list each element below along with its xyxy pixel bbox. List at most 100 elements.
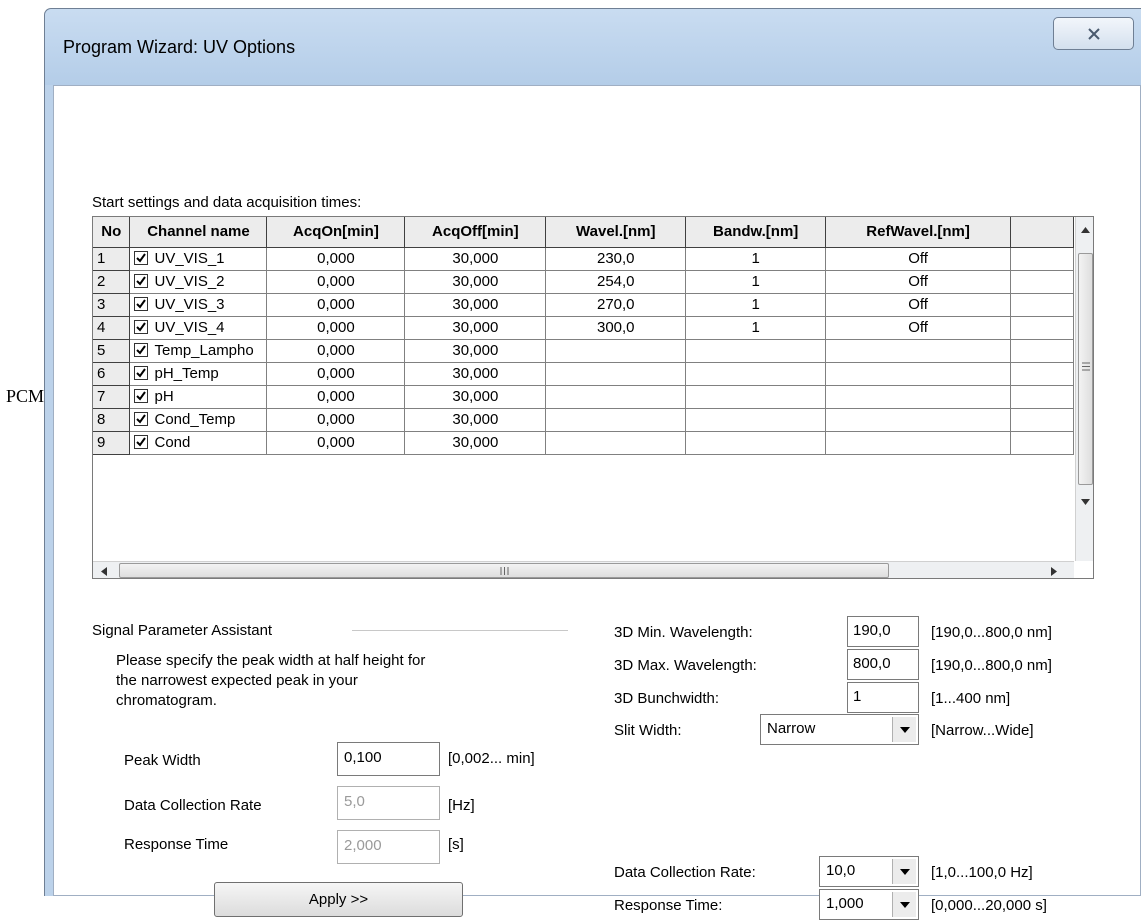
- cell-refwavel[interactable]: [825, 385, 1012, 409]
- cell-channel-name[interactable]: pH: [129, 385, 268, 409]
- cell-acqoff[interactable]: 30,000: [404, 247, 547, 271]
- cell-acqon[interactable]: 0,000: [266, 247, 406, 271]
- cell-acqoff[interactable]: 30,000: [404, 339, 547, 363]
- cell-bandw[interactable]: [685, 362, 827, 386]
- cell-channel-name[interactable]: UV_VIS_1: [129, 247, 268, 271]
- cell-refwavel[interactable]: Off: [825, 293, 1012, 317]
- cell-refwavel[interactable]: Off: [825, 247, 1012, 271]
- scroll-right-icon[interactable]: [1051, 567, 1057, 576]
- channel-checkbox[interactable]: [134, 274, 149, 288]
- cell-acqoff[interactable]: 30,000: [404, 293, 547, 317]
- cell-acqon[interactable]: 0,000: [266, 431, 406, 455]
- rate-select[interactable]: 10,0: [819, 856, 919, 887]
- cell-bandw[interactable]: [685, 339, 827, 363]
- vertical-scroll-thumb[interactable]: [1078, 253, 1093, 485]
- chevron-down-icon: [899, 868, 910, 875]
- cell-acqon[interactable]: 0,000: [266, 270, 406, 294]
- channel-checkbox[interactable]: [134, 366, 149, 380]
- cell-channel-name[interactable]: UV_VIS_4: [129, 316, 268, 340]
- slit-width-select[interactable]: Narrow: [760, 714, 919, 745]
- cell-acqoff[interactable]: 30,000: [404, 316, 547, 340]
- cell-acqon[interactable]: 0,000: [266, 385, 406, 409]
- cell-acqoff[interactable]: 30,000: [404, 408, 547, 432]
- table-row[interactable]: 5 Temp_Lampho 0,000 30,000: [93, 339, 1074, 363]
- cell-bandw[interactable]: [685, 408, 827, 432]
- cell-acqon[interactable]: 0,000: [266, 408, 406, 432]
- cell-refwavel[interactable]: [825, 362, 1012, 386]
- cell-refwavel[interactable]: Off: [825, 316, 1012, 340]
- scroll-up-icon[interactable]: [1081, 227, 1090, 233]
- cell-bandw[interactable]: 1: [685, 247, 827, 271]
- cell-wavel[interactable]: [545, 408, 687, 432]
- cell-wavel[interactable]: [545, 431, 687, 455]
- horizontal-scrollbar[interactable]: [93, 561, 1074, 578]
- cell-channel-name[interactable]: Cond: [129, 431, 268, 455]
- scroll-down-icon[interactable]: [1081, 499, 1090, 505]
- channel-checkbox[interactable]: [134, 297, 149, 311]
- table-row[interactable]: 4 UV_VIS_4 0,000 30,000 300,0 1 Off: [93, 316, 1074, 340]
- column-header-acqoff[interactable]: AcqOff[min]: [404, 217, 547, 248]
- cell-wavel[interactable]: 254,0: [545, 270, 687, 294]
- dialog-client-area: Start settings and data acquisition time…: [53, 85, 1141, 920]
- cell-refwavel[interactable]: [825, 408, 1012, 432]
- cell-refwavel[interactable]: Off: [825, 270, 1012, 294]
- cell-acqon[interactable]: 0,000: [266, 293, 406, 317]
- cell-refwavel[interactable]: [825, 431, 1012, 455]
- cell-bandw[interactable]: [685, 385, 827, 409]
- close-button[interactable]: [1053, 17, 1134, 50]
- cell-bandw[interactable]: 1: [685, 316, 827, 340]
- dropdown-button[interactable]: [892, 859, 916, 884]
- max-wavelength-input[interactable]: 800,0: [847, 649, 919, 680]
- table-row[interactable]: 6 pH_Temp 0,000 30,000: [93, 362, 1074, 386]
- scroll-left-icon[interactable]: [101, 567, 107, 576]
- cell-acqoff[interactable]: 30,000: [404, 431, 547, 455]
- table-row[interactable]: 3 UV_VIS_3 0,000 30,000 270,0 1 Off: [93, 293, 1074, 317]
- channel-checkbox[interactable]: [134, 389, 149, 403]
- cell-channel-name[interactable]: UV_VIS_2: [129, 270, 268, 294]
- column-header-channel-name[interactable]: Channel name: [129, 217, 268, 248]
- cell-channel-name[interactable]: Temp_Lampho: [129, 339, 268, 363]
- cell-acqoff[interactable]: 30,000: [404, 385, 547, 409]
- cell-bandw[interactable]: 1: [685, 293, 827, 317]
- column-header-refwavel[interactable]: RefWavel.[nm]: [825, 217, 1012, 248]
- channel-checkbox[interactable]: [134, 435, 149, 449]
- min-wavelength-input[interactable]: 190,0: [847, 616, 919, 647]
- cell-acqoff[interactable]: 30,000: [404, 270, 547, 294]
- cell-wavel[interactable]: [545, 362, 687, 386]
- cell-channel-name[interactable]: pH_Temp: [129, 362, 268, 386]
- cell-wavel[interactable]: [545, 339, 687, 363]
- column-header-bandw[interactable]: Bandw.[nm]: [685, 217, 827, 248]
- cell-wavel[interactable]: 300,0: [545, 316, 687, 340]
- vertical-scrollbar[interactable]: [1075, 217, 1093, 561]
- channel-checkbox[interactable]: [134, 320, 149, 334]
- column-header-acqon[interactable]: AcqOn[min]: [266, 217, 406, 248]
- cell-acqon[interactable]: 0,000: [266, 362, 406, 386]
- cell-bandw[interactable]: [685, 431, 827, 455]
- table-row[interactable]: 8 Cond_Temp 0,000 30,000: [93, 408, 1074, 432]
- apply-button[interactable]: Apply >>: [214, 882, 463, 917]
- channel-checkbox[interactable]: [134, 251, 149, 265]
- cell-wavel[interactable]: 270,0: [545, 293, 687, 317]
- cell-acqoff[interactable]: 30,000: [404, 362, 547, 386]
- channel-checkbox[interactable]: [134, 412, 149, 426]
- cell-acqon[interactable]: 0,000: [266, 316, 406, 340]
- table-row[interactable]: 1 UV_VIS_1 0,000 30,000 230,0 1 Off: [93, 247, 1074, 271]
- peak-width-input[interactable]: 0,100: [337, 742, 440, 776]
- column-header-wavel[interactable]: Wavel.[nm]: [545, 217, 687, 248]
- channel-checkbox[interactable]: [134, 343, 149, 357]
- cell-acqon[interactable]: 0,000: [266, 339, 406, 363]
- bunchwidth-input[interactable]: 1: [847, 682, 919, 713]
- cell-wavel[interactable]: [545, 385, 687, 409]
- cell-channel-name[interactable]: Cond_Temp: [129, 408, 268, 432]
- cell-bandw[interactable]: 1: [685, 270, 827, 294]
- response-time-select[interactable]: 1,000: [819, 889, 919, 920]
- table-row[interactable]: 2 UV_VIS_2 0,000 30,000 254,0 1 Off: [93, 270, 1074, 294]
- table-row[interactable]: 7 pH 0,000 30,000: [93, 385, 1074, 409]
- cell-channel-name[interactable]: UV_VIS_3: [129, 293, 268, 317]
- cell-wavel[interactable]: 230,0: [545, 247, 687, 271]
- dropdown-button[interactable]: [892, 717, 916, 742]
- cell-refwavel[interactable]: [825, 339, 1012, 363]
- horizontal-scroll-thumb[interactable]: [119, 563, 889, 578]
- column-header-no[interactable]: No: [93, 217, 131, 248]
- table-row[interactable]: 9 Cond 0,000 30,000: [93, 431, 1074, 455]
